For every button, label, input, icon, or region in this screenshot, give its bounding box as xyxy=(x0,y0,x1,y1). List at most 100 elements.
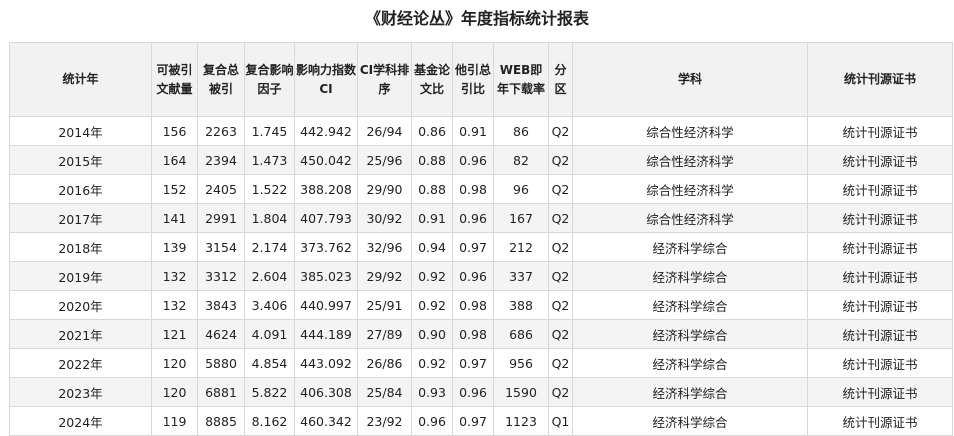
cell-year[interactable]: 2024年 xyxy=(9,406,152,436)
cell-certificate-link[interactable]: 统计刊源证书 xyxy=(807,319,953,349)
cell-web-download: 956 xyxy=(493,348,549,378)
cell-subject-link[interactable]: 经济科学综合 xyxy=(572,290,808,320)
cell-certificate-link[interactable]: 统计刊源证书 xyxy=(807,377,953,407)
table-row: 2021年 121 4624 4.091 444.189 27/89 0.90 0.98 686… xyxy=(9,319,953,349)
cell-zone: Q2 xyxy=(548,145,573,175)
cell-citable[interactable]: 139 xyxy=(151,232,198,262)
cell-web-download: 686 xyxy=(493,319,549,349)
header-row: 统计年 可被引文献量 复合总被引 复合影响因子 影响力指数CI CI学科排序 基… xyxy=(9,42,953,117)
cell-zone: Q2 xyxy=(548,377,573,407)
cell-zone: Q2 xyxy=(548,174,573,204)
cell-impact-factor: 4.091 xyxy=(244,319,295,349)
cell-subject-link[interactable]: 经济科学综合 xyxy=(572,261,808,291)
cell-year[interactable]: 2022年 xyxy=(9,348,152,378)
col-header-ci-rank: CI学科排序 xyxy=(357,42,412,117)
cell-certificate-link[interactable]: 统计刊源证书 xyxy=(807,232,953,262)
cell-other-cite-ratio: 0.96 xyxy=(452,261,494,291)
table-row: 2020年 132 3843 3.406 440.997 25/91 0.92 0.98 388… xyxy=(9,290,953,320)
cell-total-cites[interactable]: 2405 xyxy=(197,174,245,204)
table-body: 2014年 156 2263 1.745 442.942 26/94 0.86 0.91 86 Q… xyxy=(9,116,953,436)
cell-total-cites[interactable]: 2263 xyxy=(197,116,245,146)
cell-subject-link[interactable]: 经济科学综合 xyxy=(572,377,808,407)
cell-other-cite-ratio: 0.97 xyxy=(452,348,494,378)
cell-certificate-link[interactable]: 统计刊源证书 xyxy=(807,116,953,146)
cell-fund-ratio: 0.91 xyxy=(411,203,453,233)
cell-ci-rank: 32/96 xyxy=(357,232,412,262)
cell-total-cites[interactable]: 6881 xyxy=(197,377,245,407)
cell-year[interactable]: 2015年 xyxy=(9,145,152,175)
cell-total-cites[interactable]: 4624 xyxy=(197,319,245,349)
cell-subject-link[interactable]: 经济科学综合 xyxy=(572,232,808,262)
cell-citable[interactable]: 164 xyxy=(151,145,198,175)
cell-total-cites[interactable]: 5880 xyxy=(197,348,245,378)
cell-zone: Q2 xyxy=(548,261,573,291)
cell-impact-factor: 8.162 xyxy=(244,406,295,436)
cell-zone: Q2 xyxy=(548,203,573,233)
cell-other-cite-ratio: 0.96 xyxy=(452,203,494,233)
cell-citable[interactable]: 120 xyxy=(151,348,198,378)
cell-year[interactable]: 2017年 xyxy=(9,203,152,233)
cell-certificate-link[interactable]: 统计刊源证书 xyxy=(807,261,953,291)
cell-web-download: 96 xyxy=(493,174,549,204)
cell-citable[interactable]: 156 xyxy=(151,116,198,146)
cell-fund-ratio: 0.92 xyxy=(411,261,453,291)
cell-year[interactable]: 2014年 xyxy=(9,116,152,146)
cell-subject-link[interactable]: 经济科学综合 xyxy=(572,348,808,378)
cell-web-download: 82 xyxy=(493,145,549,175)
cell-fund-ratio: 0.88 xyxy=(411,145,453,175)
cell-year[interactable]: 2019年 xyxy=(9,261,152,291)
col-header-total-cites: 复合总被引 xyxy=(197,42,245,117)
cell-zone: Q2 xyxy=(548,348,573,378)
col-header-zone: 分区 xyxy=(548,42,573,117)
cell-year[interactable]: 2021年 xyxy=(9,319,152,349)
col-header-certificate: 统计刊源证书 xyxy=(807,42,953,117)
cell-year[interactable]: 2023年 xyxy=(9,377,152,407)
cell-citable[interactable]: 141 xyxy=(151,203,198,233)
cell-subject-link[interactable]: 综合性经济科学 xyxy=(572,203,808,233)
col-header-year: 统计年 xyxy=(9,42,152,117)
cell-subject-link[interactable]: 经济科学综合 xyxy=(572,319,808,349)
cell-ci: 388.208 xyxy=(294,174,358,204)
cell-fund-ratio: 0.92 xyxy=(411,290,453,320)
table-row: 2024年 119 8885 8.162 460.342 23/92 0.96 0.97 112… xyxy=(9,406,953,436)
cell-certificate-link[interactable]: 统计刊源证书 xyxy=(807,348,953,378)
cell-total-cites[interactable]: 3312 xyxy=(197,261,245,291)
cell-citable[interactable]: 119 xyxy=(151,406,198,436)
table-row: 2015年 164 2394 1.473 450.042 25/96 0.88 0.96 82 Q… xyxy=(9,145,953,175)
cell-certificate-link[interactable]: 统计刊源证书 xyxy=(807,174,953,204)
cell-total-cites[interactable]: 8885 xyxy=(197,406,245,436)
cell-fund-ratio: 0.90 xyxy=(411,319,453,349)
cell-citable[interactable]: 120 xyxy=(151,377,198,407)
cell-subject-link[interactable]: 综合性经济科学 xyxy=(572,116,808,146)
cell-ci-rank: 29/92 xyxy=(357,261,412,291)
cell-total-cites[interactable]: 2394 xyxy=(197,145,245,175)
cell-ci: 373.762 xyxy=(294,232,358,262)
cell-total-cites[interactable]: 3154 xyxy=(197,232,245,262)
cell-citable[interactable]: 132 xyxy=(151,290,198,320)
indicator-table: 统计年 可被引文献量 复合总被引 复合影响因子 影响力指数CI CI学科排序 基… xyxy=(9,42,953,436)
cell-citable[interactable]: 121 xyxy=(151,319,198,349)
col-header-subject: 学科 xyxy=(572,42,808,117)
cell-subject-link[interactable]: 经济科学综合 xyxy=(572,406,808,436)
col-header-citable: 可被引文献量 xyxy=(151,42,198,117)
cell-year[interactable]: 2016年 xyxy=(9,174,152,204)
col-header-impact-factor: 复合影响因子 xyxy=(244,42,295,117)
cell-year[interactable]: 2020年 xyxy=(9,290,152,320)
cell-certificate-link[interactable]: 统计刊源证书 xyxy=(807,203,953,233)
cell-citable[interactable]: 152 xyxy=(151,174,198,204)
cell-certificate-link[interactable]: 统计刊源证书 xyxy=(807,290,953,320)
cell-ci-rank: 27/89 xyxy=(357,319,412,349)
cell-certificate-link[interactable]: 统计刊源证书 xyxy=(807,145,953,175)
cell-ci-rank: 23/92 xyxy=(357,406,412,436)
cell-citable[interactable]: 132 xyxy=(151,261,198,291)
cell-certificate-link[interactable]: 统计刊源证书 xyxy=(807,406,953,436)
cell-web-download: 86 xyxy=(493,116,549,146)
cell-total-cites[interactable]: 3843 xyxy=(197,290,245,320)
cell-other-cite-ratio: 0.91 xyxy=(452,116,494,146)
table-row: 2022年 120 5880 4.854 443.092 26/86 0.92 0.97 956… xyxy=(9,348,953,378)
cell-total-cites[interactable]: 2991 xyxy=(197,203,245,233)
cell-ci: 460.342 xyxy=(294,406,358,436)
cell-year[interactable]: 2018年 xyxy=(9,232,152,262)
cell-subject-link[interactable]: 综合性经济科学 xyxy=(572,174,808,204)
cell-subject-link[interactable]: 综合性经济科学 xyxy=(572,145,808,175)
